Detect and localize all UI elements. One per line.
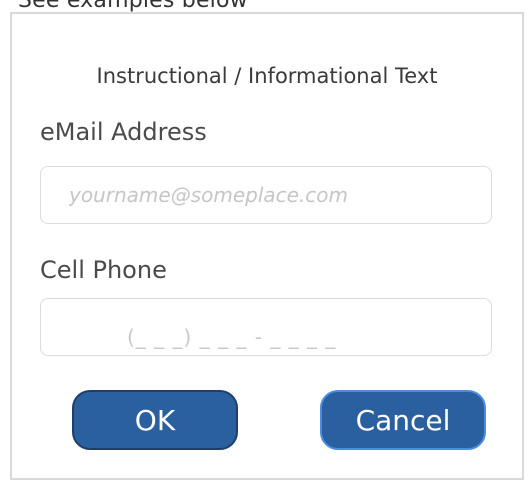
info-text: Instructional / Informational Text [96,64,438,88]
cancel-button[interactable]: Cancel [320,390,486,450]
phone-mask: (_ _ _) _ _ _ - _ _ _ _ [127,325,337,349]
email-field[interactable] [40,166,492,224]
input-dialog: Instructional / Informational Text eMail… [10,12,524,480]
ok-button[interactable]: OK [72,390,238,450]
email-label: eMail Address [40,118,207,146]
phone-field[interactable]: (_ _ _) _ _ _ - _ _ _ _ [40,298,492,356]
email-input[interactable] [41,167,491,223]
phone-label: Cell Phone [40,256,167,284]
